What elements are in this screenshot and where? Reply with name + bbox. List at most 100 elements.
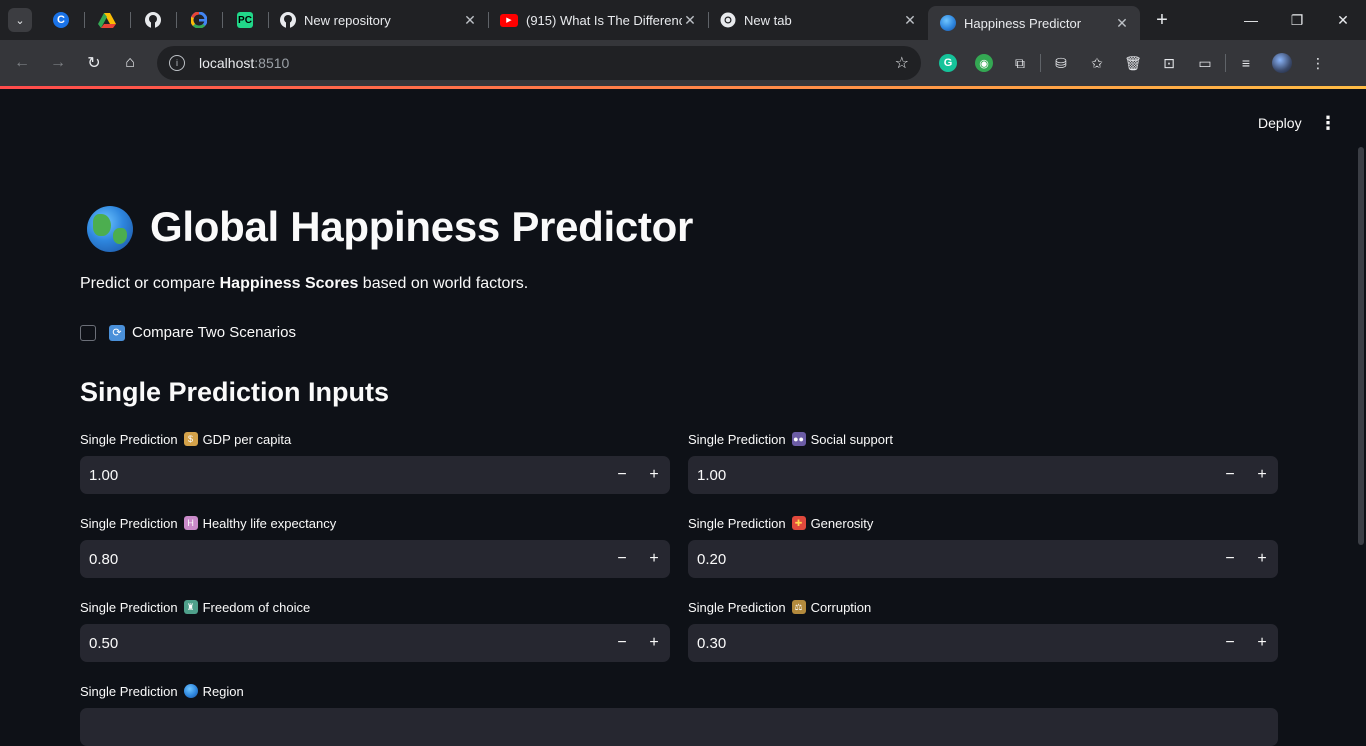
close-window-icon[interactable]: ✕ — [1320, 0, 1366, 40]
back-arrow-icon[interactable]: ← — [4, 45, 40, 81]
corruption-number-input[interactable]: 0.30 − + — [688, 624, 1278, 662]
social-support-value[interactable]: 1.00 — [688, 467, 1214, 484]
tab-happiness-predictor[interactable]: Happiness Predictor ✕ — [928, 6, 1140, 40]
tab-search-icon[interactable]: ⌄ — [8, 8, 32, 32]
social-support-number-input[interactable]: 1.00 − + — [688, 456, 1278, 494]
trash-icon[interactable]: 🗑 — [1115, 45, 1151, 81]
deploy-button[interactable]: Deploy — [1248, 111, 1312, 135]
grammarly-icon[interactable]: G — [930, 45, 966, 81]
media-control-icon[interactable]: ≡ — [1228, 45, 1264, 81]
close-tab-icon[interactable]: ✕ — [902, 12, 918, 29]
generosity-value[interactable]: 0.20 — [688, 551, 1214, 568]
increment-button[interactable]: + — [1246, 624, 1278, 662]
github-icon — [145, 12, 161, 28]
favorites-icon[interactable]: ✩ — [1079, 45, 1115, 81]
compare-label: Compare Two Scenarios — [132, 324, 296, 341]
gdp-value[interactable]: 1.00 — [80, 467, 606, 484]
github-icon — [280, 12, 296, 28]
pinned-tab-google[interactable] — [176, 0, 222, 40]
restore-icon[interactable]: ❐ — [1274, 0, 1320, 40]
field-label-prefix: Single Prediction — [80, 431, 178, 447]
close-tab-icon[interactable]: ✕ — [682, 12, 698, 29]
site-info-icon[interactable]: i — [169, 55, 185, 71]
app-menu-icon[interactable]: ⋮ — [1318, 111, 1338, 135]
corruption-field: Single Prediction ⚖ Corruption 0.30 − + — [688, 597, 1278, 662]
extension-bot-icon[interactable]: ◉ — [966, 45, 1002, 81]
toolbar-divider — [1225, 54, 1226, 72]
statue-of-liberty-icon: ♜ — [183, 600, 198, 614]
field-label-text: Corruption — [810, 599, 872, 615]
tab-title: New repository — [304, 12, 391, 28]
increment-button[interactable]: + — [638, 456, 670, 494]
healthy-life-number-input[interactable]: 0.80 − + — [80, 540, 670, 578]
new-tab-button[interactable]: + — [1146, 4, 1178, 36]
url-text[interactable]: localhost:8510 — [199, 55, 289, 71]
pycharm-icon: PC — [237, 12, 253, 28]
scrollbar[interactable] — [1358, 147, 1364, 545]
field-label-text: Freedom of choice — [202, 599, 311, 615]
home-icon[interactable]: ⌂ — [112, 45, 148, 81]
field-label: Single Prediction H Healthy life expectanc… — [80, 513, 670, 533]
field-label: Single Prediction ●● Social support — [688, 429, 1278, 449]
gdp-number-input[interactable]: 1.00 − + — [80, 456, 670, 494]
minimize-icon[interactable]: — — [1228, 0, 1274, 40]
reload-icon[interactable]: ↻ — [76, 45, 112, 81]
decrement-button[interactable]: − — [606, 624, 638, 662]
decrement-button[interactable]: − — [1214, 456, 1246, 494]
decrement-button[interactable]: − — [1214, 624, 1246, 662]
generosity-number-input[interactable]: 0.20 − + — [688, 540, 1278, 578]
field-label-prefix: Single Prediction — [80, 683, 178, 699]
field-label-text: Generosity — [810, 515, 874, 531]
close-tab-icon[interactable]: ✕ — [1114, 15, 1130, 32]
tab-new-repository[interactable]: New repository ✕ — [268, 0, 488, 40]
toolbar-divider — [1040, 54, 1041, 72]
gift-icon: ✚ — [791, 516, 806, 530]
field-label-prefix: Single Prediction — [80, 515, 178, 531]
field-label: Single Prediction ♜ Freedom of choice — [80, 597, 670, 617]
field-label-text: Healthy life expectancy — [202, 515, 337, 531]
globe-icon — [87, 206, 133, 252]
tab-youtube[interactable]: ▶ (915) What Is The Difference ✕ — [488, 0, 708, 40]
social-support-field: Single Prediction ●● Social support 1.00 −… — [688, 429, 1278, 494]
freedom-number-input[interactable]: 0.50 − + — [80, 624, 670, 662]
screenshot-icon[interactable]: ⊡ — [1151, 45, 1187, 81]
corruption-value[interactable]: 0.30 — [688, 635, 1214, 652]
address-bar[interactable]: i localhost:8510 ☆ — [157, 46, 921, 80]
extensions-puzzle-icon[interactable]: ⧉ — [1002, 45, 1038, 81]
region-select[interactable] — [80, 708, 1278, 746]
increment-button[interactable]: + — [638, 540, 670, 578]
subtitle-text: Predict or compare — [80, 275, 220, 292]
pinned-tab-pycharm[interactable]: PC — [222, 0, 268, 40]
tab-new-tab[interactable]: New tab ✕ — [708, 0, 928, 40]
field-label-prefix: Single Prediction — [688, 599, 786, 615]
close-tab-icon[interactable]: ✕ — [462, 12, 478, 29]
browser-menu-icon[interactable]: ⋮ — [1300, 45, 1336, 81]
page-subtitle: Predict or compare Happiness Scores base… — [80, 275, 528, 293]
decrement-button[interactable]: − — [606, 456, 638, 494]
pinned-tab-drive[interactable] — [84, 0, 130, 40]
decrement-button[interactable]: − — [606, 540, 638, 578]
pinned-tab-c-app[interactable]: C — [38, 0, 84, 40]
increment-button[interactable]: + — [1246, 540, 1278, 578]
increment-button[interactable]: + — [1246, 456, 1278, 494]
bookmark-star-icon[interactable]: ☆ — [895, 53, 909, 73]
subtitle-text-end: based on world factors. — [358, 275, 529, 292]
compare-toggle[interactable]: ⟳ Compare Two Scenarios — [80, 324, 296, 341]
compare-checkbox[interactable] — [80, 324, 96, 341]
field-label-prefix: Single Prediction — [80, 599, 178, 615]
tab-title: New tab — [744, 12, 792, 28]
healthy-life-value[interactable]: 0.80 — [80, 551, 606, 568]
money-bag-icon: $ — [183, 432, 198, 446]
subtitle-bold-text: Happiness Scores — [219, 275, 359, 292]
youtube-icon: ▶ — [500, 13, 518, 27]
field-label: Single Prediction ⚖ Corruption — [688, 597, 1278, 617]
pinned-tab-github[interactable] — [130, 0, 176, 40]
decrement-button[interactable]: − — [1214, 540, 1246, 578]
incognito-icon[interactable]: ⛁ — [1043, 45, 1079, 81]
increment-button[interactable]: + — [638, 624, 670, 662]
profile-avatar[interactable] — [1264, 45, 1300, 81]
forward-arrow-icon[interactable]: → — [40, 45, 76, 81]
reading-mode-icon[interactable]: ▭ — [1187, 45, 1223, 81]
freedom-value[interactable]: 0.50 — [80, 635, 606, 652]
globe-icon — [183, 684, 198, 698]
